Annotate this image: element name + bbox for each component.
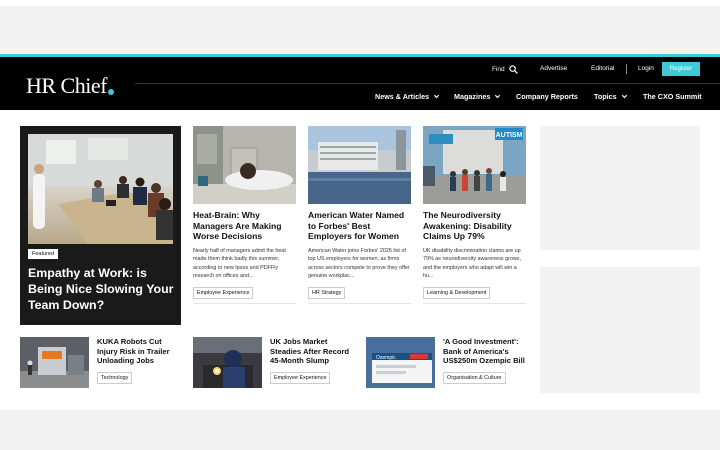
chevron-down-icon	[621, 94, 627, 99]
article-summary: American Water joins Forbes' 2026 list o…	[308, 247, 410, 280]
article-image: AUTISM	[423, 126, 526, 204]
article-image	[308, 126, 411, 204]
sidebar-ad-slot	[540, 126, 700, 250]
article-card[interactable]: AUTISM The Neurodiversity Awakening: Dis…	[423, 126, 526, 304]
welder-illustration	[193, 337, 262, 388]
nav-magazines-label: Magazines	[454, 92, 491, 101]
small-article-text: KUKA Robots Cut Injury Risk in Trailer U…	[97, 337, 179, 384]
find-label: Find	[492, 66, 505, 73]
find-button[interactable]: Find	[492, 65, 518, 74]
chevron-down-icon	[495, 94, 501, 99]
featured-article-image	[28, 134, 173, 244]
article-card[interactable]: Heat-Brain: Why Managers Are Making Wors…	[193, 126, 296, 304]
article-title[interactable]: UK Jobs Market Steadies After Record 45-…	[270, 337, 352, 366]
nav-cxo-summit[interactable]: The CXO Summit	[643, 92, 702, 101]
site-logo[interactable]: HR Chief	[26, 73, 114, 99]
main-content: Featured Empathy at Work: is Being Nice …	[0, 110, 720, 410]
nav-topics-label: Topics	[594, 92, 617, 101]
article-image: Ozempic	[366, 337, 435, 388]
login-link[interactable]: Login	[638, 65, 654, 72]
editorial-link[interactable]: Editorial	[591, 65, 614, 72]
sidebar-ad-slot	[540, 267, 700, 393]
article-image	[193, 126, 296, 204]
bottom-band	[0, 410, 720, 450]
article-tag[interactable]: Employee Experience	[193, 286, 254, 299]
article-summary: Nearly half of managers admit the heat m…	[193, 247, 286, 280]
nav-company-reports[interactable]: Company Reports	[516, 92, 578, 101]
top-ad-banner	[0, 6, 720, 54]
article-title[interactable]: 'A Good Investment': Bank of America's U…	[443, 337, 529, 366]
autism-event-illustration: AUTISM	[423, 126, 526, 204]
advertise-link[interactable]: Advertise	[540, 65, 567, 72]
search-icon	[508, 65, 518, 74]
card-divider	[423, 302, 526, 304]
featured-badge: Featured	[28, 249, 59, 259]
article-tag[interactable]: Organisation & Culture	[443, 371, 506, 384]
util-separator	[626, 64, 627, 74]
article-card[interactable]: American Water Named to Forbes' Best Emp…	[308, 126, 411, 304]
small-article-text: 'A Good Investment': Bank of America's U…	[443, 337, 529, 384]
chevron-down-icon	[433, 94, 440, 99]
header-divider	[135, 83, 720, 84]
meeting-room-illustration	[28, 134, 173, 244]
autism-sign-text: AUTISM	[496, 132, 523, 139]
article-tag[interactable]: Employee Experience	[270, 371, 331, 384]
site-header: HR Chief Find Advertise Editorial Login …	[0, 54, 720, 110]
logo-text: HR Chief	[26, 73, 107, 98]
nav-magazines[interactable]: Magazines	[454, 92, 501, 101]
nav-news-articles[interactable]: News & Articles	[375, 92, 440, 101]
article-title[interactable]: Heat-Brain: Why Managers Are Making Wors…	[193, 210, 296, 242]
robot-warehouse-illustration	[20, 337, 89, 388]
tired-worker-illustration	[193, 126, 296, 204]
card-divider	[193, 302, 296, 304]
logo-dot-icon	[107, 89, 114, 95]
nav-topics[interactable]: Topics	[594, 92, 628, 101]
article-title[interactable]: American Water Named to Forbes' Best Emp…	[308, 210, 411, 242]
article-image	[193, 337, 262, 388]
waterfront-building-illustration	[308, 126, 411, 204]
card-divider	[308, 302, 411, 304]
ozempic-box-text: Ozempic	[376, 355, 396, 361]
featured-article[interactable]: Featured Empathy at Work: is Being Nice …	[20, 126, 181, 325]
featured-article-title[interactable]: Empathy at Work: is Being Nice Slowing Y…	[28, 265, 178, 313]
article-tag[interactable]: Learning & Development	[423, 286, 491, 299]
article-title[interactable]: The Neurodiversity Awakening: Disability…	[423, 210, 526, 242]
nav-news-label: News & Articles	[375, 92, 430, 101]
article-image	[20, 337, 89, 388]
article-title[interactable]: KUKA Robots Cut Injury Risk in Trailer U…	[97, 337, 179, 366]
article-tag[interactable]: Technology	[97, 371, 133, 384]
article-summary: UK disability discrimination claims are …	[423, 247, 521, 280]
ozempic-box-illustration: Ozempic	[366, 337, 435, 388]
small-article-text: UK Jobs Market Steadies After Record 45-…	[270, 337, 352, 384]
register-button[interactable]: Register	[662, 62, 700, 76]
article-tag[interactable]: HR Strategy	[308, 286, 346, 299]
